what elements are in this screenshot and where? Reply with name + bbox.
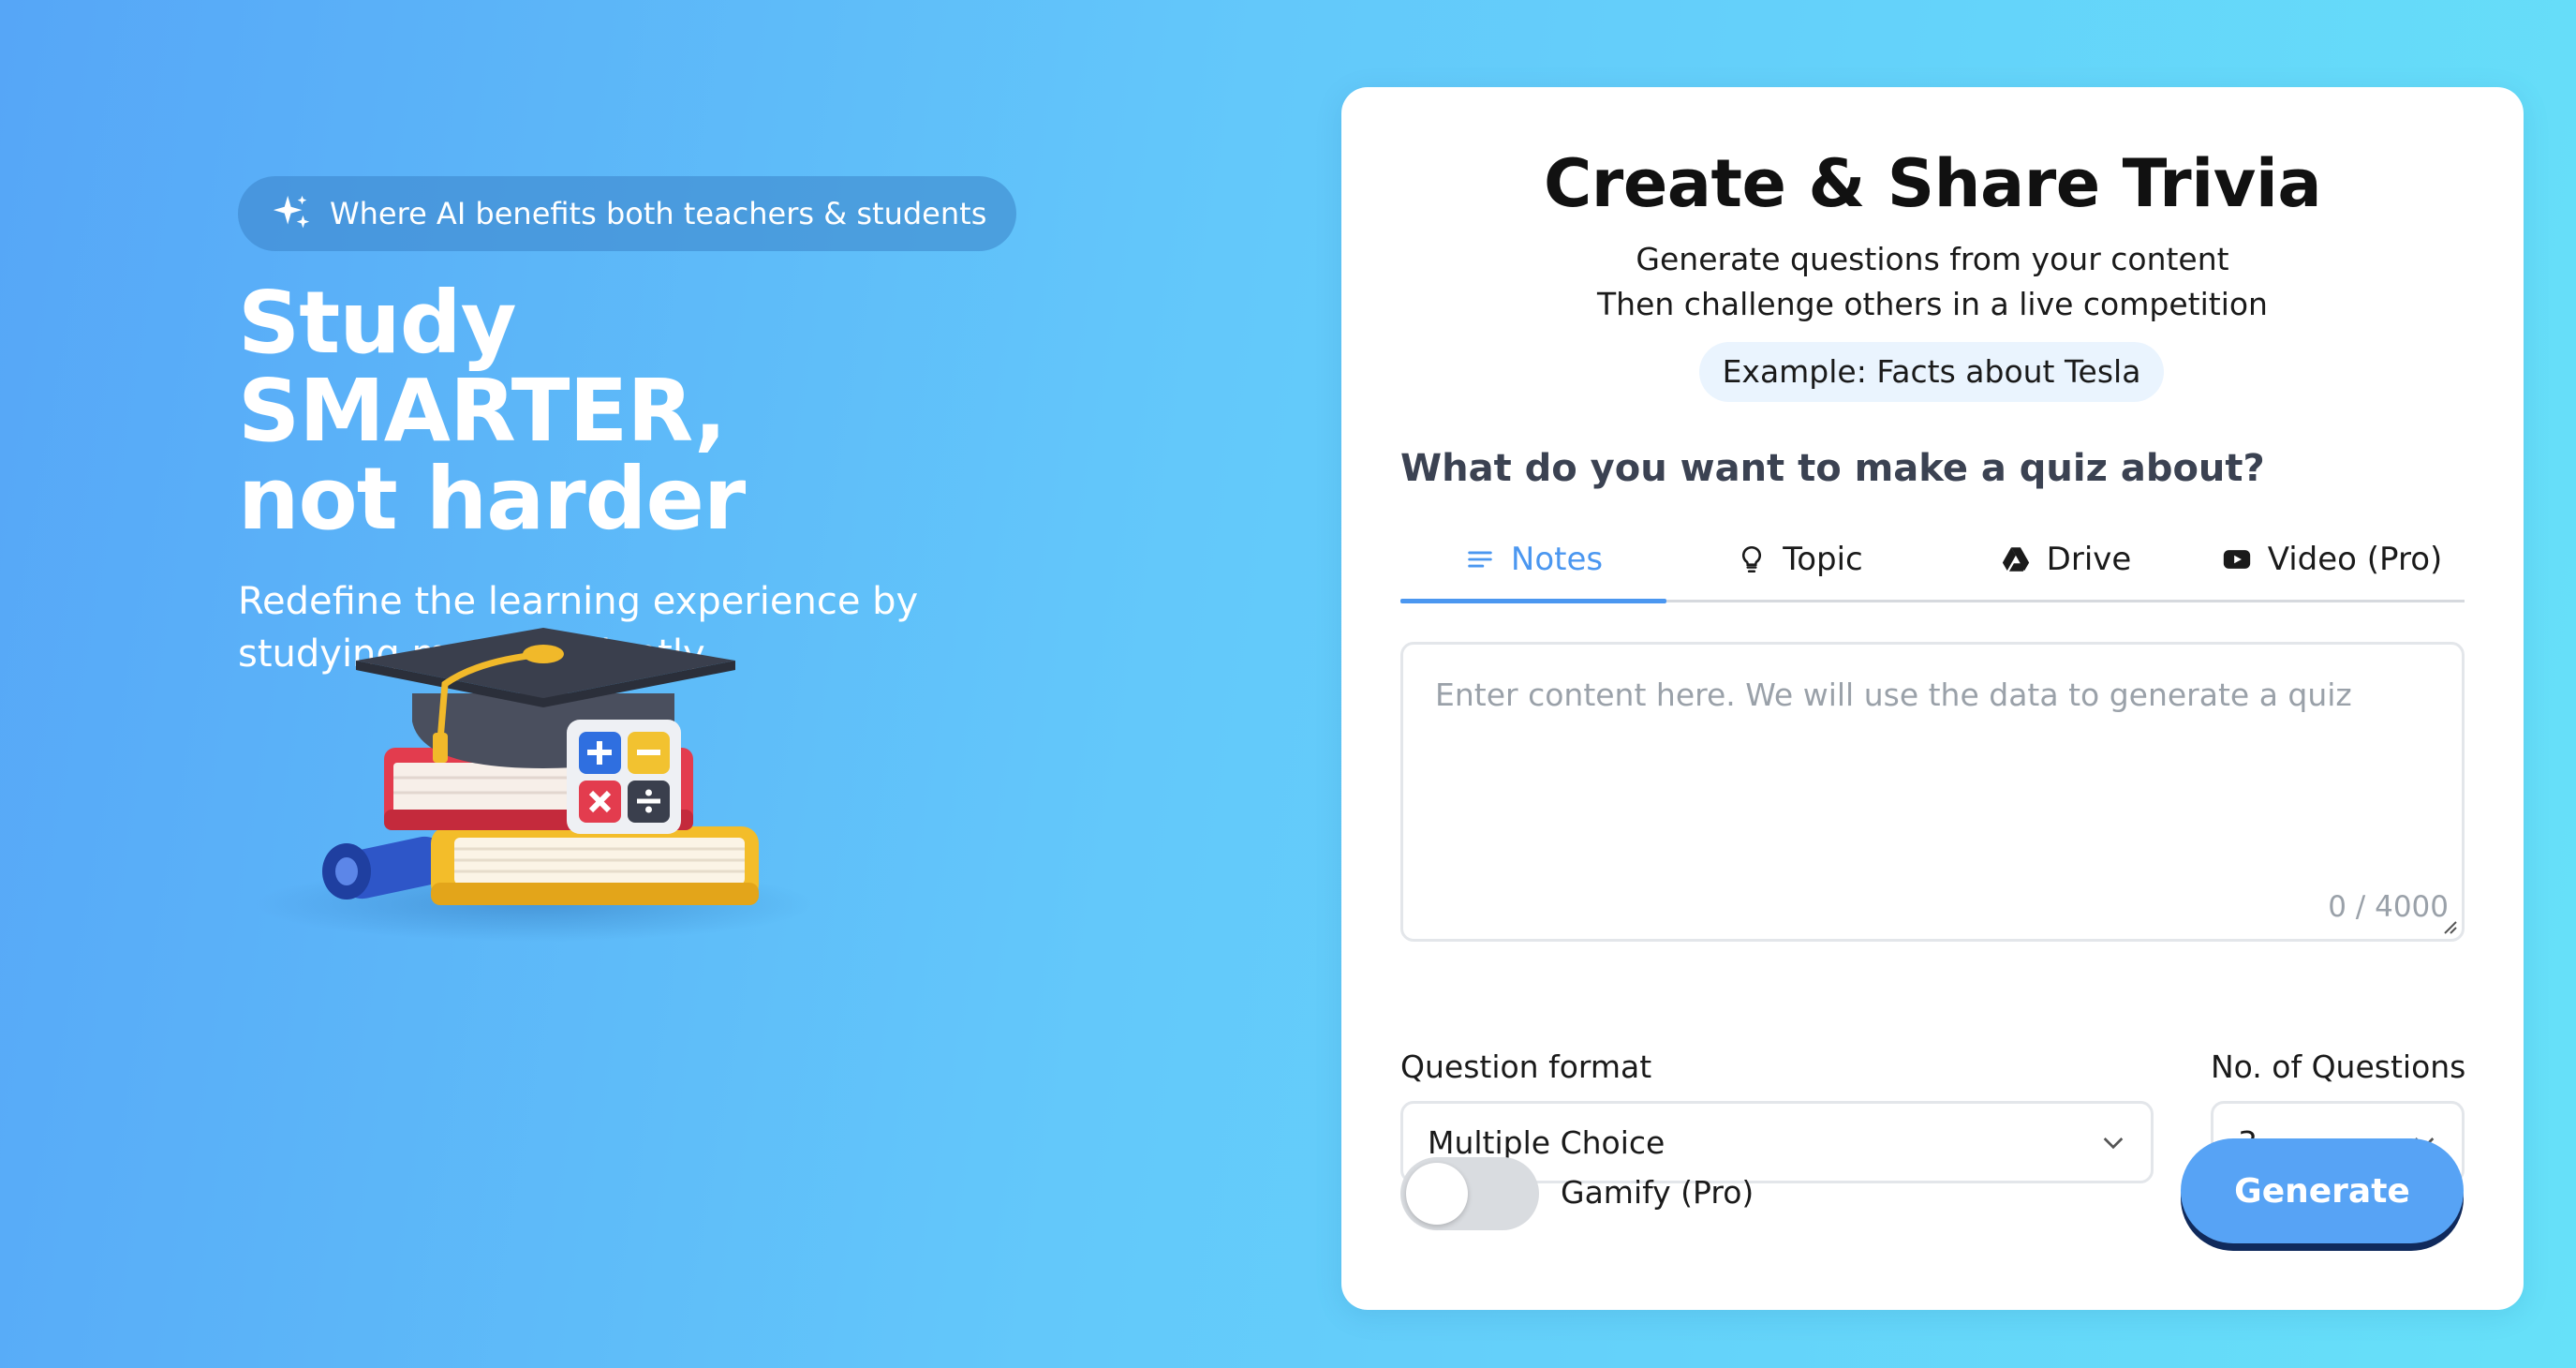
character-counter: 0 / 4000 [2328,890,2449,924]
yellow-book-icon [431,826,759,905]
google-drive-icon [2002,546,2029,572]
source-tabs: Notes Topic Drive Video (Pro) [1400,518,2465,603]
tab-notes[interactable]: Notes [1400,518,1666,603]
card-subtitle-line-2: Then challenge others in a live competit… [1597,286,2268,322]
quiz-creator-card: Create & Share Trivia Generate questions… [1341,87,2524,1310]
hero-section: Where AI benefits both teachers & studen… [238,176,1362,680]
tagline-text: Where AI benefits both teachers & studen… [330,196,987,231]
calculator-icon [567,720,681,834]
generate-button[interactable]: Generate [2181,1138,2464,1243]
card-title: Create & Share Trivia [1543,145,2322,222]
tab-notes-label: Notes [1510,540,1604,578]
tab-topic-label: Topic [1783,540,1863,578]
content-textarea[interactable] [1403,645,2462,939]
card-subtitle: Generate questions from your content The… [1341,237,2524,327]
quiz-topic-question: What do you want to make a quiz about? [1400,447,2265,490]
notes-icon [1468,551,1492,567]
sparkles-icon [273,195,310,229]
content-textarea-wrapper: 0 / 4000 [1400,642,2465,942]
headline-line-1: Study SMARTER, [238,273,727,461]
resize-handle-icon[interactable] [2437,914,2458,935]
card-subtitle-line-1: Generate questions from your content [1636,241,2229,277]
tab-topic[interactable]: Topic [1666,518,1932,600]
gamify-toggle-knob [1406,1163,1468,1225]
question-format-value: Multiple Choice [1428,1123,1666,1161]
chevron-down-icon [2103,1138,2124,1150]
tab-video-label: Video (Pro) [2267,540,2443,578]
tab-drive[interactable]: Drive [1932,518,2198,600]
headline-line-2: not harder [238,449,746,549]
tab-drive-label: Drive [2046,540,2132,578]
question-count-label: No. of Questions [2211,1048,2466,1085]
example-chip[interactable]: Example: Facts about Tesla [1699,342,2164,402]
hero-headline: Study SMARTER, not harder [238,279,1006,543]
youtube-icon [2223,549,2250,569]
gamify-label: Gamify (Pro) [1561,1174,1754,1211]
tagline-pill: Where AI benefits both teachers & studen… [238,176,1017,251]
tab-video[interactable]: Video (Pro) [2198,518,2465,600]
question-format-label: Question format [1400,1048,1652,1085]
study-illustration [253,628,815,942]
lightbulb-icon [1742,545,1762,572]
gamify-toggle[interactable] [1400,1157,1539,1230]
